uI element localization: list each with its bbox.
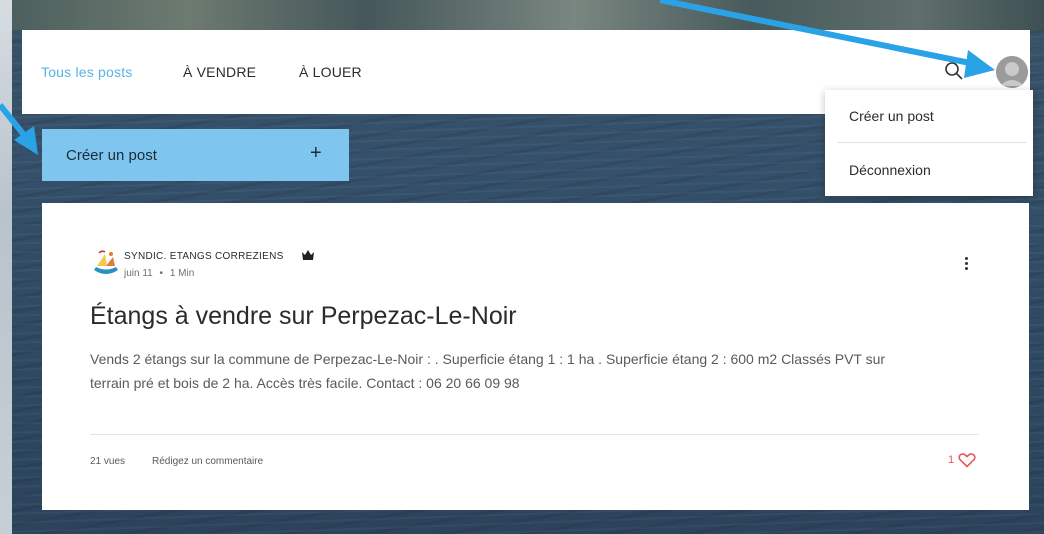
menu-item-logout[interactable]: Déconnexion	[849, 162, 931, 178]
plus-icon: +	[310, 142, 322, 164]
post-views: 21 vues	[90, 456, 126, 467]
meta-separator: •	[159, 268, 164, 279]
crown-icon	[302, 250, 314, 260]
like-count: 1	[948, 454, 955, 466]
avatar-person-icon	[996, 56, 1028, 88]
post-date: juin 11	[124, 268, 153, 279]
post-meta: juin 11 • 1 Min	[124, 268, 194, 279]
create-post-button[interactable]: Créer un post +	[42, 129, 349, 181]
heart-icon[interactable]	[958, 452, 976, 468]
post-title[interactable]: Étangs à vendre sur Perpezac-Le-Noir	[90, 302, 517, 331]
menu-divider	[837, 142, 1027, 143]
tab-a-vendre[interactable]: À VENDRE	[183, 64, 256, 80]
more-options-icon[interactable]	[962, 255, 970, 275]
tab-a-louer[interactable]: À LOUER	[299, 64, 362, 80]
write-comment-link[interactable]: Rédigez un commentaire	[152, 456, 263, 467]
user-menu-dropdown: Créer un post Déconnexion	[825, 90, 1033, 196]
post-read-time: 1 Min	[169, 268, 195, 279]
author-logo-icon	[94, 250, 118, 274]
menu-item-create-post[interactable]: Créer un post	[849, 108, 934, 124]
background-photo-left	[0, 0, 12, 534]
post-author[interactable]: SYNDIC. ETANGS CORREZIENS	[124, 251, 284, 262]
tab-tous-les-posts[interactable]: Tous les posts	[41, 64, 133, 80]
user-avatar[interactable]	[996, 56, 1028, 88]
annotation-arrowhead-create	[14, 126, 38, 155]
post-excerpt: Vends 2 étangs sur la commune de Perpeza…	[90, 351, 886, 391]
post-divider	[90, 434, 979, 435]
create-post-label: Créer un post	[66, 147, 157, 164]
background-photo-top	[0, 0, 1044, 30]
post-card: SYNDIC. ETANGS CORREZIENS juin 11 • 1 Mi…	[42, 203, 1029, 510]
search-icon[interactable]	[944, 61, 964, 81]
